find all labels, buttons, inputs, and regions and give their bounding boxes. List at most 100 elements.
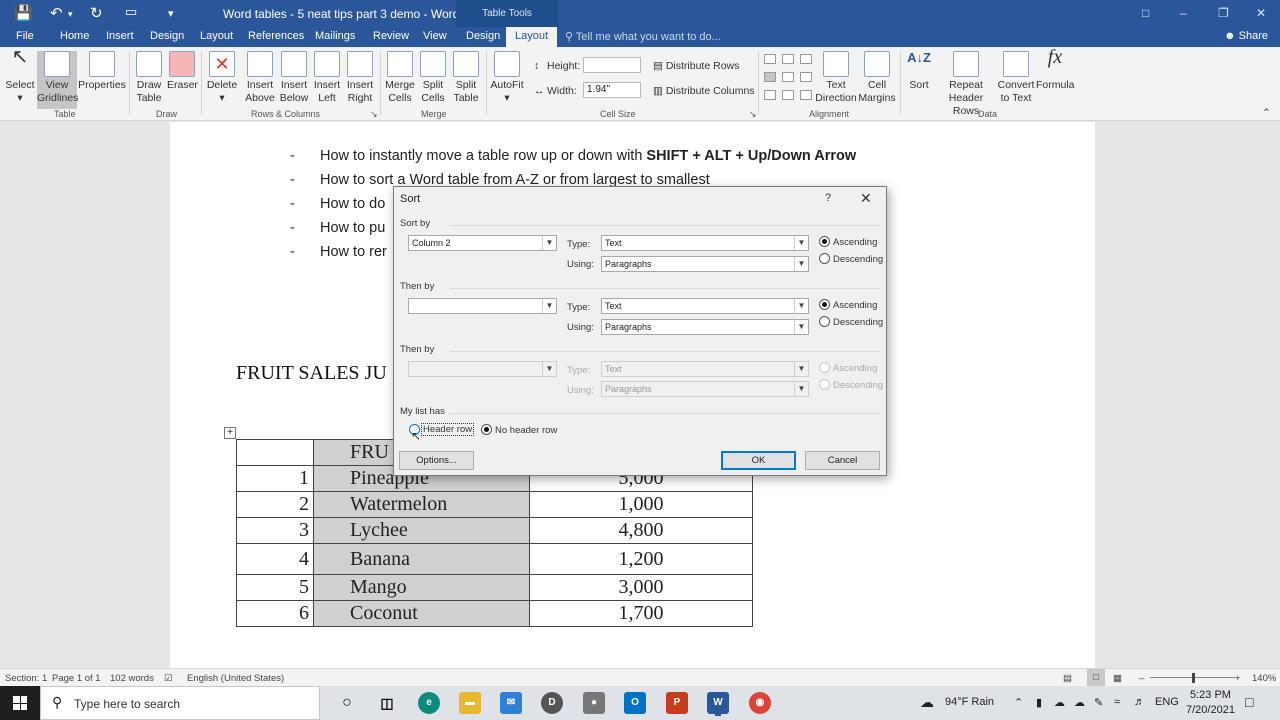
undo-dropdown-icon[interactable]: ▾ [68, 9, 73, 20]
then-by-field-select[interactable]: ▼ [408, 298, 557, 314]
language-indicator[interactable]: English (United States) [187, 673, 284, 684]
then-by-type-select[interactable]: Text ▼ [601, 298, 809, 314]
language-indicator[interactable]: ENG [1155, 696, 1179, 708]
close-window-icon[interactable]: ✕ [1256, 6, 1266, 20]
table-cell[interactable]: Coconut [313, 600, 530, 627]
tab-table-design[interactable]: Design [466, 30, 500, 42]
tab-mailings[interactable]: Mailings [315, 30, 355, 42]
table-cell[interactable]: Banana [313, 543, 530, 575]
table-cell[interactable]: 6 [236, 600, 314, 627]
then-by-descending-radio[interactable] [819, 316, 830, 327]
eraser-button[interactable]: Eraser [167, 51, 198, 92]
tab-table-layout[interactable]: Layout [506, 27, 558, 47]
cell-size-launcher-icon[interactable]: ↘ [749, 109, 757, 120]
align-top-center-icon[interactable] [782, 54, 794, 64]
cancel-button[interactable]: Cancel [805, 451, 880, 470]
sort-by-ascending-radio[interactable] [819, 236, 830, 247]
ok-button[interactable]: OK [721, 451, 796, 470]
autofit-button[interactable]: AutoFit ▾ [489, 51, 525, 105]
word-icon[interactable]: W [707, 692, 729, 714]
wifi-icon[interactable]: ≈ [1114, 696, 1120, 708]
volume-icon[interactable]: ♬ [1134, 696, 1145, 708]
chevron-up-icon[interactable]: ⌃ [1014, 696, 1023, 709]
share-button[interactable]: ☻ Share [1224, 30, 1268, 42]
table-cell[interactable]: Mango [313, 574, 530, 601]
zoom-out-icon[interactable]: – [1139, 673, 1144, 684]
read-mode-icon[interactable]: ▤ [1063, 673, 1072, 684]
distribute-columns-button[interactable]: ▥ Distribute Columns [653, 85, 755, 97]
table-cell[interactable]: 1,000 [529, 491, 753, 518]
table-cell[interactable] [236, 439, 314, 466]
chrome-icon[interactable]: ◉ [749, 692, 771, 714]
collapse-ribbon-icon[interactable]: ⌃ [1262, 107, 1271, 119]
align-top-right-icon[interactable] [800, 54, 812, 64]
table-cell[interactable]: 1,200 [529, 543, 753, 575]
outlook-icon[interactable]: O [624, 692, 646, 714]
redo-icon[interactable]: ↻ [90, 4, 103, 22]
formula-button[interactable]: fx Formula [1036, 47, 1075, 92]
taskbar-search-box[interactable]: ⚲ Type here to search [40, 686, 320, 720]
align-bottom-center-icon[interactable] [782, 90, 794, 100]
table-cell[interactable]: 4 [236, 543, 314, 575]
insert-below-button[interactable]: Insert Below [278, 51, 310, 105]
tab-layout[interactable]: Layout [200, 30, 233, 42]
web-layout-icon[interactable]: ▦ [1113, 673, 1122, 684]
select-button[interactable]: ↖ Select ▾ [4, 47, 36, 105]
tab-view[interactable]: View [423, 30, 447, 42]
minimize-icon[interactable]: – [1180, 6, 1187, 20]
help-button[interactable]: ? [825, 192, 831, 204]
table-cell[interactable]: 5 [236, 574, 314, 601]
powerpoint-icon[interactable]: P [666, 692, 688, 714]
convert-to-text-button[interactable]: Convert to Text [997, 51, 1035, 105]
table-cell[interactable]: 3,000 [529, 574, 753, 601]
table-cell[interactable]: 3 [236, 517, 314, 544]
maximize-icon[interactable]: ❐ [1218, 6, 1229, 20]
close-icon[interactable]: ✕ [860, 190, 872, 207]
table-cell[interactable]: 1 [236, 465, 314, 492]
ribbon-display-icon[interactable]: □ [1142, 6, 1149, 20]
insert-above-button[interactable]: Insert Above [244, 51, 276, 105]
table-cell[interactable]: 1,700 [529, 600, 753, 627]
onedrive-icon[interactable]: ☁ [1054, 696, 1065, 709]
align-center-right-icon[interactable] [800, 72, 812, 82]
draw-table-button[interactable]: Draw Table [133, 51, 165, 105]
merge-cells-button[interactable]: Merge Cells [384, 51, 416, 105]
cortana-icon[interactable]: ○ [336, 692, 358, 714]
task-view-icon[interactable]: ◫ [376, 692, 398, 714]
table-cell[interactable]: Watermelon [313, 491, 530, 518]
properties-button[interactable]: Properties [78, 51, 126, 92]
touch-mode-icon[interactable]: ▭ [125, 4, 137, 20]
cloud-icon[interactable]: ☁ [1074, 696, 1085, 709]
weather-text[interactable]: 94°F Rain [945, 696, 994, 708]
tab-file[interactable]: File [16, 30, 34, 42]
pen-icon[interactable]: ✎ [1094, 696, 1103, 709]
no-header-row-radio[interactable] [481, 424, 492, 435]
dialog-launcher-icon[interactable]: ↘ [370, 109, 378, 120]
width-input[interactable]: 1.94" [583, 82, 641, 98]
view-gridlines-button[interactable]: View Gridlines [37, 51, 78, 109]
tell-me-box[interactable]: ⚲ Tell me what you want to do... [565, 30, 721, 43]
table-cell[interactable]: 2 [236, 491, 314, 518]
zoom-slider-thumb[interactable] [1192, 673, 1195, 683]
print-layout-icon[interactable]: □ [1087, 669, 1105, 686]
tab-insert[interactable]: Insert [106, 30, 134, 42]
table-cell[interactable]: Lychee [313, 517, 530, 544]
tab-references[interactable]: References [248, 30, 304, 42]
edge-icon[interactable]: e [418, 692, 440, 714]
align-bottom-right-icon[interactable] [800, 90, 812, 100]
battery-icon[interactable]: ▮ [1036, 696, 1042, 709]
align-center-icon[interactable] [782, 72, 794, 82]
page-indicator[interactable]: Page 1 of 1 [52, 673, 101, 684]
clock-time[interactable]: 5:23 PM [1190, 689, 1231, 701]
text-direction-button[interactable]: Text Direction [814, 51, 858, 105]
notifications-icon[interactable]: □ [1245, 694, 1253, 710]
undo-icon[interactable]: ↶ [50, 4, 63, 22]
insert-right-button[interactable]: Insert Right [345, 51, 375, 105]
align-bottom-left-icon[interactable] [764, 90, 776, 100]
delete-button[interactable]: ✕ Delete ▾ [205, 51, 239, 105]
tab-home[interactable]: Home [60, 30, 89, 42]
recorder-icon[interactable]: ● [583, 692, 605, 714]
split-table-button[interactable]: Split Table [451, 51, 481, 105]
then-by-using-select[interactable]: Paragraphs ▼ [601, 319, 809, 335]
height-input[interactable] [583, 57, 641, 73]
